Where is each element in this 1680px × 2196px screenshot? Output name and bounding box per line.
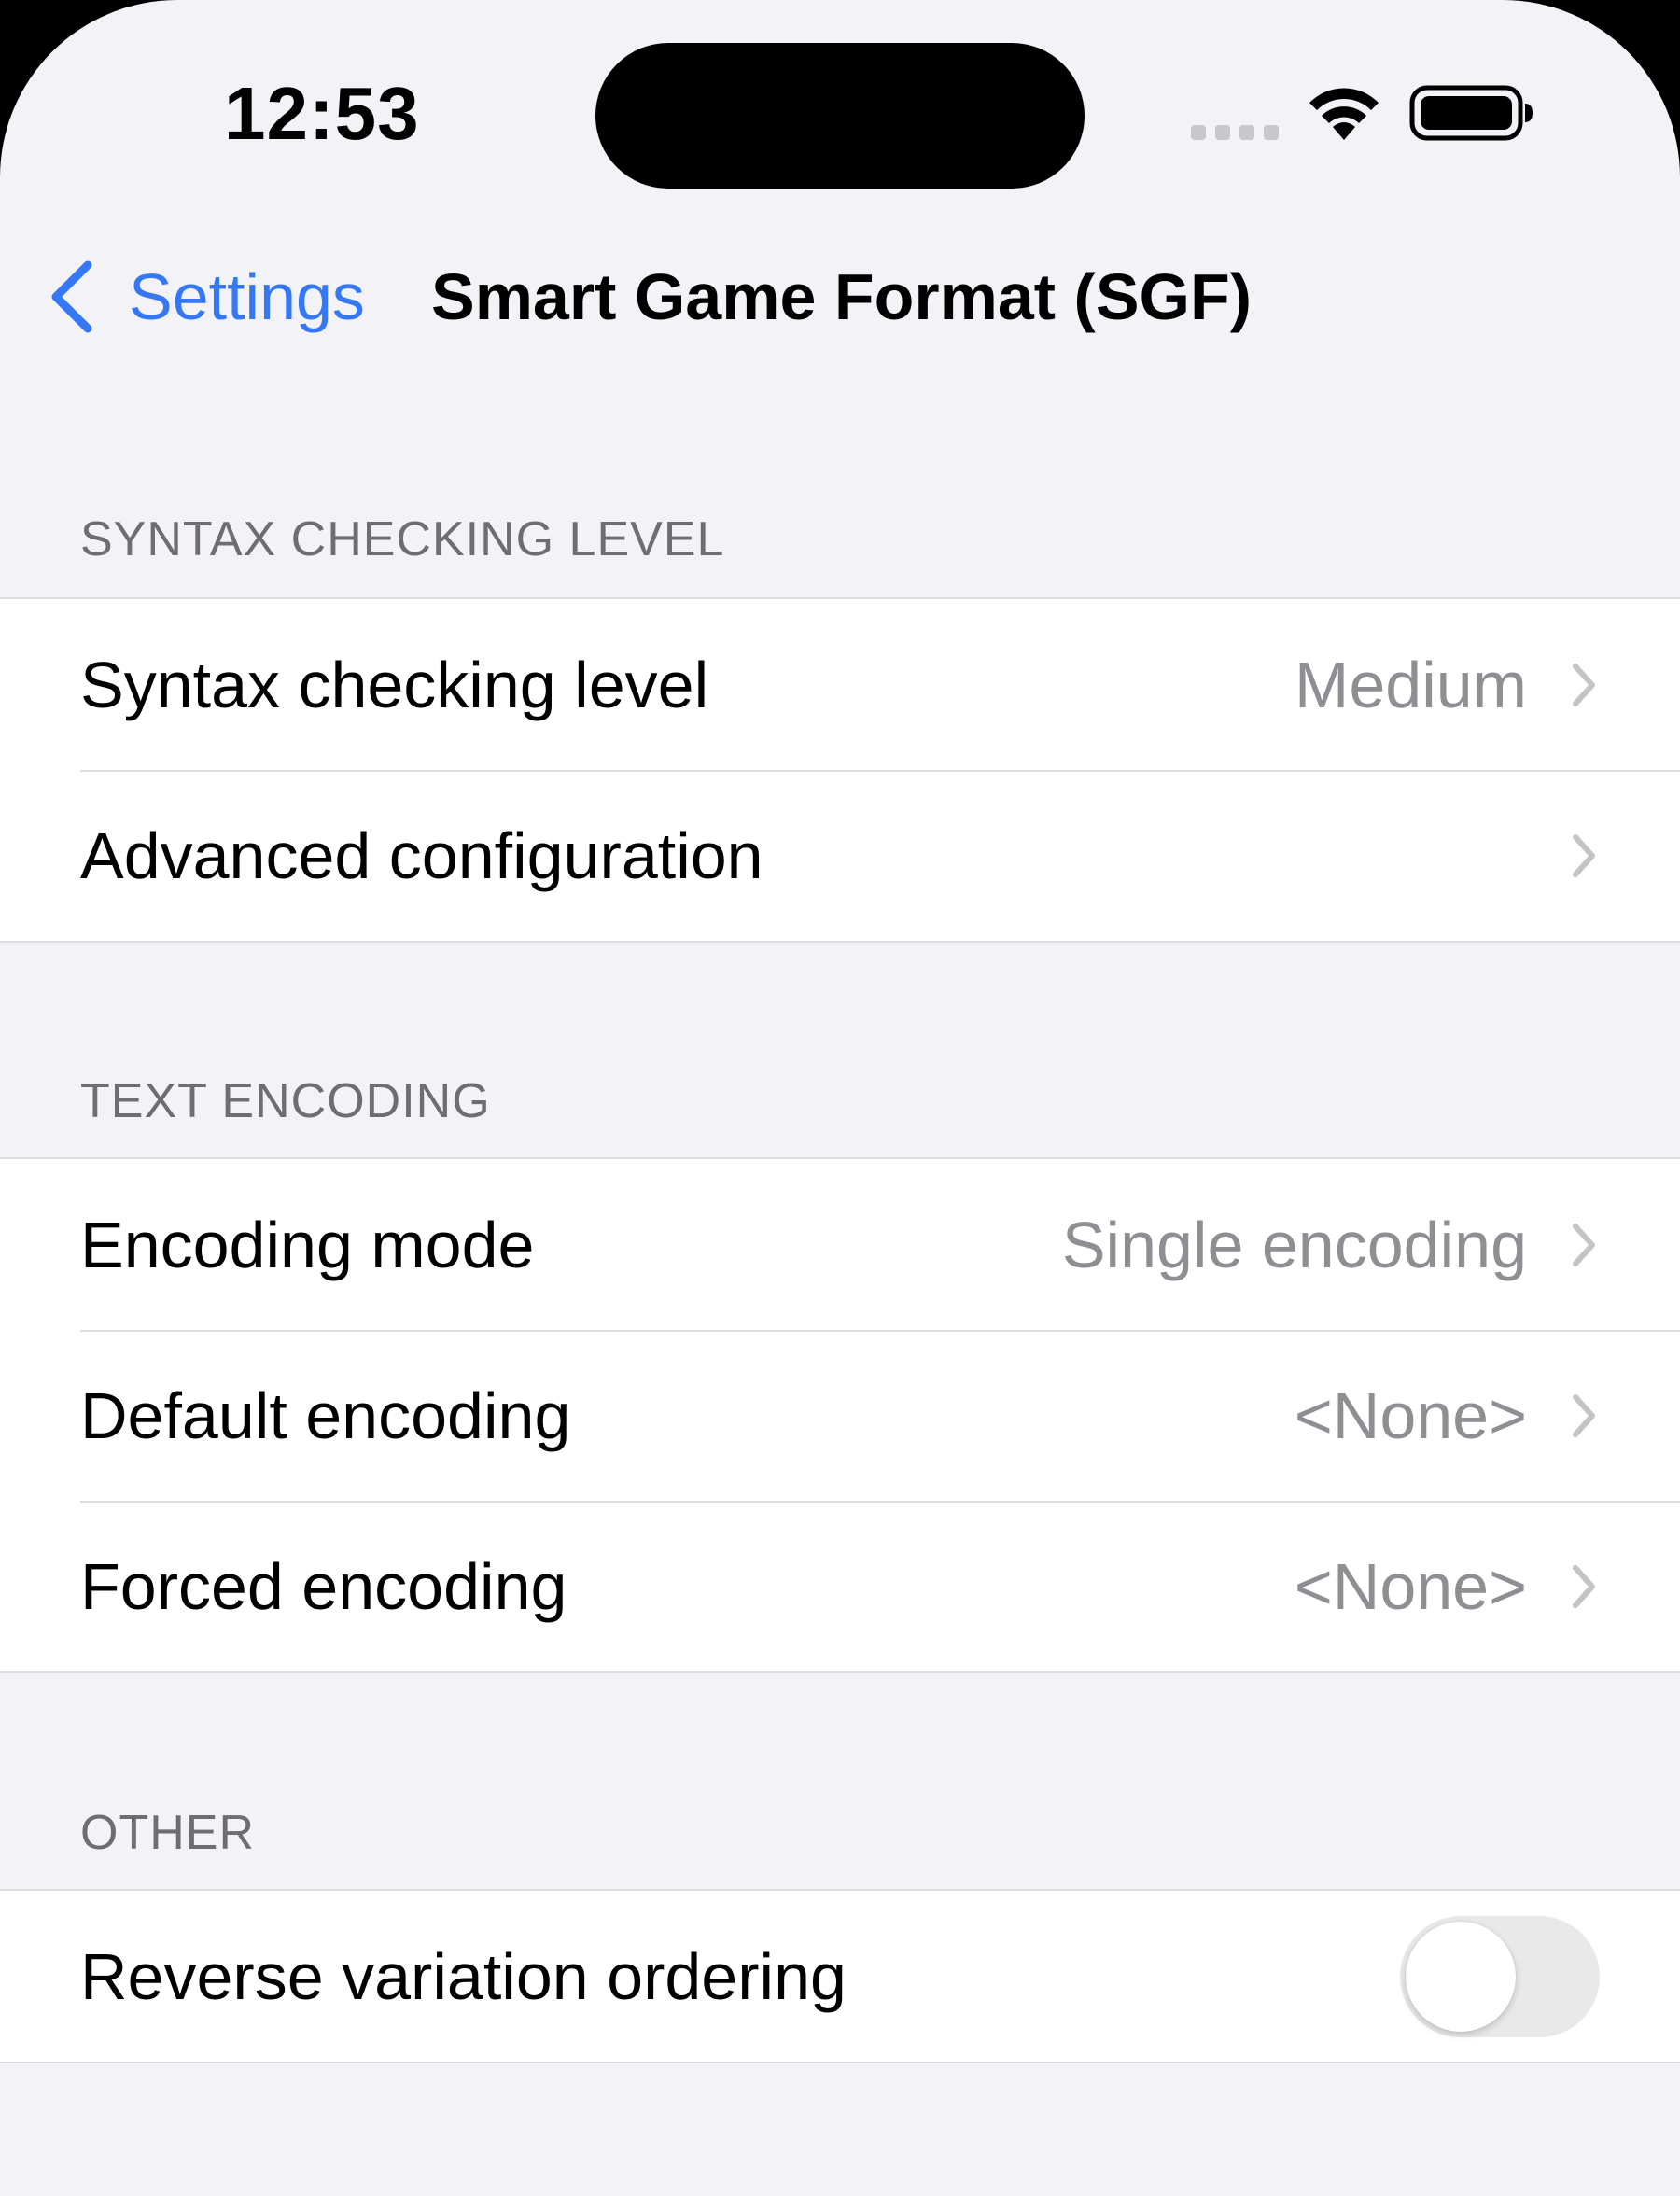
row-label: Reverse variation ordering <box>80 1939 847 2013</box>
chevron-right-icon <box>1573 1223 1595 1266</box>
row-default-encoding[interactable]: Default encoding <None> <box>0 1330 1680 1501</box>
dynamic-island <box>595 43 1085 189</box>
group-other: Reverse variation ordering <box>0 1889 1680 2063</box>
status-time: 12:53 <box>224 72 420 155</box>
section-header-syntax: SYNTAX CHECKING LEVEL <box>80 512 725 566</box>
wifi-icon <box>1309 88 1379 140</box>
row-label: Advanced configuration <box>80 818 763 892</box>
page-title: Smart Game Format (SGF) <box>431 260 1253 333</box>
row-value: <None> <box>1294 1549 1527 1623</box>
battery-icon <box>1409 85 1533 141</box>
group-text-encoding: Encoding mode Single encoding Default en… <box>0 1157 1680 1673</box>
back-button[interactable]: Settings <box>47 250 365 343</box>
reverse-variation-ordering-toggle[interactable] <box>1400 1915 1600 2037</box>
section-header-other: OTHER <box>80 1806 255 1860</box>
chevron-right-icon <box>1573 1393 1595 1437</box>
row-label: Syntax checking level <box>80 648 709 721</box>
toggle-knob <box>1406 1921 1516 2032</box>
chevron-left-icon <box>51 260 92 333</box>
row-encoding-mode[interactable]: Encoding mode Single encoding <box>0 1159 1680 1330</box>
cellular-signal-icon <box>1191 125 1279 140</box>
row-label: Encoding mode <box>80 1208 535 1281</box>
row-reverse-variation-ordering: Reverse variation ordering <box>0 1891 1680 2062</box>
back-button-label: Settings <box>129 260 365 333</box>
row-value: <None> <box>1294 1378 1527 1452</box>
row-value: Medium <box>1295 648 1527 721</box>
row-forced-encoding[interactable]: Forced encoding <None> <box>0 1501 1680 1671</box>
chevron-right-icon <box>1573 1564 1595 1608</box>
chevron-right-icon <box>1573 833 1595 877</box>
row-advanced-configuration[interactable]: Advanced configuration <box>0 770 1680 941</box>
section-header-text-encoding: TEXT ENCODING <box>80 1074 491 1128</box>
row-value: Single encoding <box>1061 1208 1527 1281</box>
chevron-right-icon <box>1573 663 1595 706</box>
row-syntax-checking-level[interactable]: Syntax checking level Medium <box>0 599 1680 770</box>
row-label: Forced encoding <box>80 1549 567 1623</box>
group-syntax: Syntax checking level Medium Advanced co… <box>0 597 1680 943</box>
row-label: Default encoding <box>80 1378 571 1452</box>
settings-screen: 12:53 Settings Smart Game Format (SGF) S… <box>0 0 1680 2196</box>
